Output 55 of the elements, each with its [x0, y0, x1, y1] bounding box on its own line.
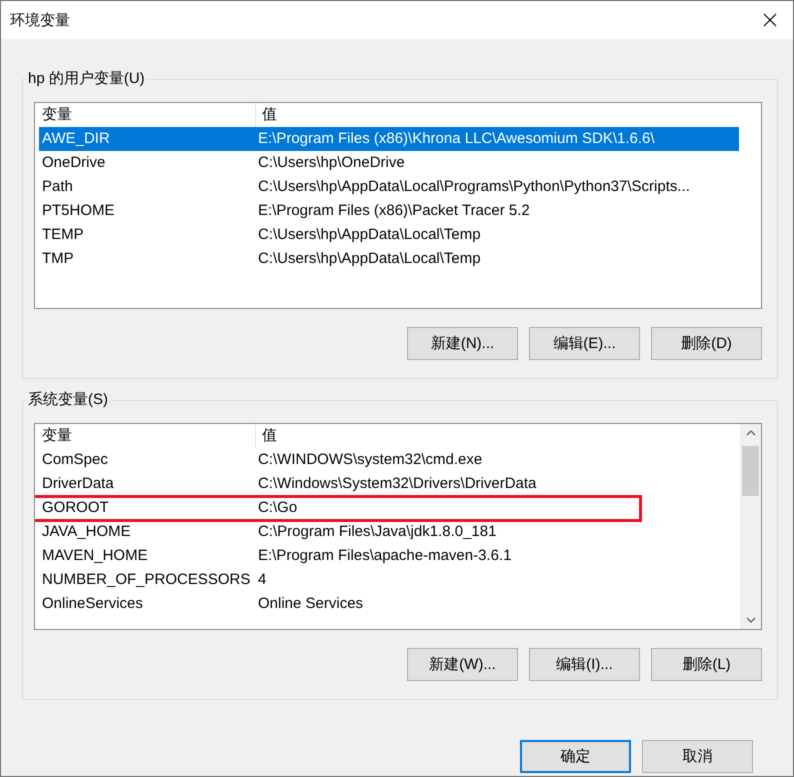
action-button[interactable]: 删除(D) — [651, 327, 762, 360]
list-row[interactable]: NUMBER_OF_PROCESSORS 4 — [39, 568, 740, 592]
list-row[interactable]: TMP C:\Users\hp\AppData\Local\Temp — [39, 247, 739, 271]
table-cell-text: PT5HOME — [41, 201, 116, 221]
table-cell-text: E:\Program Files (x86)\Packet Tracer 5.2 — [257, 201, 531, 221]
table-cell-text: C:\Users\hp\AppData\Local\Temp — [257, 249, 482, 269]
table-cell-text: C:\Go — [257, 498, 298, 518]
column-header[interactable]: 变量 — [39, 103, 255, 127]
list-row[interactable]: GOROOT C:\Go — [39, 496, 740, 520]
action-button[interactable]: 删除(L) — [651, 648, 762, 681]
table-cell-text: E:\Program Files\apache-maven-3.6.1 — [257, 546, 512, 566]
table-cell-text: TMP — [41, 249, 75, 269]
table-cell-text: C:\Users\hp\AppData\Local\Temp — [257, 225, 482, 245]
table-cell-text: C:\Program Files\Java\jdk1.8.0_181 — [257, 522, 498, 542]
table-cell-text: Path — [41, 177, 74, 197]
group-label: hp 的用户变量(U) — [26, 69, 147, 89]
list-row[interactable]: OnlineServices Online Services — [39, 592, 740, 616]
table-cell-text: TEMP — [41, 225, 85, 245]
action-button[interactable]: 新建(N)... — [407, 327, 518, 360]
table-cell-text: MAVEN_HOME — [41, 546, 149, 566]
list-row[interactable]: PT5HOME E:\Program Files (x86)\Packet Tracer 5.2 — [39, 199, 739, 223]
list-row[interactable]: TEMP C:\Users\hp\AppData\Local\Temp — [39, 223, 739, 247]
table-cell-text: AWE_DIR — [41, 129, 111, 149]
table-cell-text: E:\Program Files (x86)\Khrona LLC\Awesomium SDK\1.6.6\ — [257, 129, 656, 149]
list-row[interactable]: DriverData C:\Windows\System32\Drivers\DriverData — [39, 472, 740, 496]
action-button[interactable]: 新建(W)... — [407, 648, 518, 681]
table-cell-text: GOROOT — [41, 498, 110, 518]
window-title: 环境变量 — [10, 10, 70, 30]
table-cell-text: OnlineServices — [41, 594, 144, 614]
table-cell-text: C:\Users\hp\AppData\Local\Programs\Python\Python37\Scripts... — [257, 177, 691, 197]
group-label: 系统变量(S) — [26, 390, 110, 410]
table-cell-text: ComSpec — [41, 450, 109, 470]
action-button[interactable]: 编辑(I)... — [529, 648, 640, 681]
action-button[interactable]: 编辑(E)... — [529, 327, 640, 360]
table-cell-text: OneDrive — [41, 153, 106, 173]
table-cell-text: C:\Users\hp\OneDrive — [257, 153, 406, 173]
table-cell-text: Online Services — [257, 594, 364, 614]
list-row[interactable]: JAVA_HOME C:\Program Files\Java\jdk1.8.0_181 — [39, 520, 740, 544]
close-icon — [763, 13, 777, 27]
cancel-button[interactable]: 取消 — [642, 740, 753, 773]
table-cell-text: DriverData — [41, 474, 115, 494]
scrollbar[interactable] — [740, 424, 761, 629]
table-cell-text: C:\WINDOWS\system32\cmd.exe — [257, 450, 484, 470]
scroll-thumb[interactable] — [742, 446, 759, 496]
column-header[interactable]: 变量 — [39, 424, 255, 448]
list-row[interactable]: OneDrive C:\Users\hp\OneDrive — [39, 151, 739, 175]
table-cell-text: JAVA_HOME — [41, 522, 132, 542]
table-cell-text: C:\Windows\System32\Drivers\DriverData — [257, 474, 538, 494]
list-row[interactable]: MAVEN_HOME E:\Program Files\apache-maven-3.6.1 — [39, 544, 740, 568]
list-row[interactable]: Path C:\Users\hp\AppData\Local\Programs\Python\Python37\Scripts... — [39, 175, 739, 199]
table-cell-text: 4 — [257, 570, 268, 590]
list-row[interactable]: ComSpec C:\WINDOWS\system32\cmd.exe — [39, 448, 740, 472]
list-row[interactable]: AWE_DIR E:\Program Files (x86)\Khrona LLC\Awesomium SDK\1.6.6\ — [39, 127, 739, 151]
table-cell-text: NUMBER_OF_PROCESSORS — [41, 570, 252, 590]
ok-button[interactable]: 确定 — [520, 740, 631, 773]
